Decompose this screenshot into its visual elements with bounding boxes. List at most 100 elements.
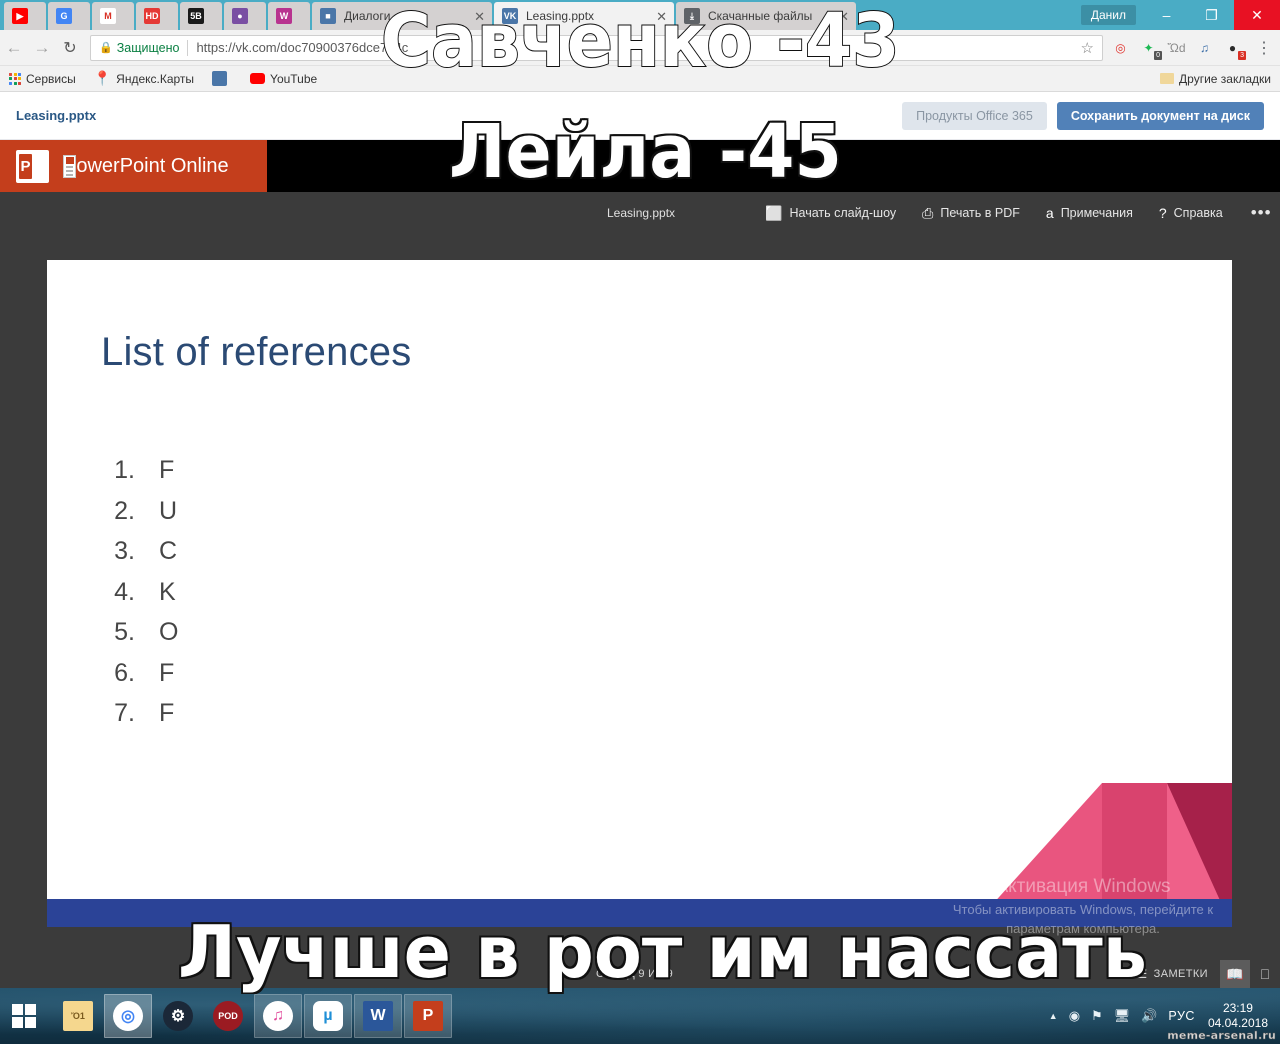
powerpoint-command[interactable]: ? Справка: [1159, 205, 1223, 221]
download-icon: ⤓: [684, 8, 700, 24]
other-bookmarks[interactable]: Другие закладки: [1151, 72, 1280, 86]
gmail-icon: M: [100, 8, 116, 24]
slide-list-item: 3. C: [107, 531, 178, 572]
taskbar-item[interactable]: ⚙: [154, 994, 202, 1038]
reading-view-icon: 📖: [1226, 966, 1243, 983]
browser-tab[interactable]: ▶: [4, 2, 46, 30]
network-tray-icon[interactable]: ⚑: [1091, 1008, 1103, 1024]
powerpoint-logo-letter: P: [19, 154, 32, 179]
printer-icon: ⎙: [922, 205, 933, 222]
taskbar-item[interactable]: ◎: [104, 994, 152, 1038]
slide-list-number: 1.: [107, 450, 135, 491]
forward-icon[interactable]: →: [28, 38, 56, 58]
slide-list-text: O: [159, 612, 178, 653]
presentation-screen-icon: ⬜: [765, 205, 782, 222]
browser-profile-chip[interactable]: Данил: [1081, 5, 1136, 25]
back-icon[interactable]: ←: [0, 38, 28, 58]
chrome-menu-icon[interactable]: ⋮: [1248, 38, 1280, 58]
vk-document-title: Leasing.pptx: [16, 108, 96, 123]
omnibox-divider: [187, 40, 188, 56]
reload-icon[interactable]: ↻: [56, 38, 84, 58]
powerpoint-command-label: Справка: [1174, 206, 1223, 220]
windows-start-button[interactable]: [0, 988, 48, 1044]
browser-tab[interactable]: G: [48, 2, 90, 30]
other-bookmarks-label: Другие закладки: [1179, 72, 1271, 86]
taskbar-items: Ὄ1 ◎ ⚙ POD ♫ µ W P: [54, 994, 452, 1038]
steam-icon: ⚙: [163, 1001, 193, 1031]
slideshow-view-icon: ⎕: [1261, 966, 1269, 983]
extension-badge: 3: [1238, 51, 1246, 60]
slideshow-view-button[interactable]: ⎕: [1250, 960, 1280, 988]
browser-tab-label: Скачанные файлы: [708, 9, 812, 23]
browser-tab[interactable]: ●: [224, 2, 266, 30]
tab-close-icon[interactable]: ✕: [474, 10, 485, 23]
browser-tab[interactable]: ⤓ Скачанные файлы ✕: [676, 2, 856, 30]
powerpoint-command[interactable]: ὞a Примечания: [1046, 205, 1133, 221]
url-text: https://vk.com/doc70900376dce774c: [196, 40, 408, 55]
browser-tab[interactable]: VK Leasing.pptx ✕: [494, 2, 674, 30]
show-hidden-icons[interactable]: ▲: [1049, 1011, 1058, 1021]
wikia-icon: W: [276, 8, 292, 24]
taskbar-item[interactable]: µ: [304, 994, 352, 1038]
browser-tab[interactable]: M: [92, 2, 134, 30]
opera-vpn-icon[interactable]: ◎: [1111, 38, 1130, 57]
shopping-bag-icon[interactable]: Ὤd: [1167, 38, 1186, 57]
steam-tray-icon[interactable]: ◉: [1069, 1008, 1080, 1024]
windows-start-icon: [12, 1004, 37, 1029]
utorrent-icon: µ: [313, 1001, 343, 1031]
tab-close-icon[interactable]: ✕: [838, 10, 849, 23]
vk-messages-icon: ■: [320, 8, 336, 24]
maximize-button[interactable]: ❐: [1189, 0, 1234, 30]
minimize-button[interactable]: –: [1144, 0, 1189, 30]
taskbar-item[interactable]: ♫: [254, 994, 302, 1038]
itunes-icon: ♫: [263, 1001, 293, 1031]
extension-badge: 0: [1154, 51, 1162, 60]
music-downloader-icon[interactable]: ♫: [1195, 38, 1214, 57]
youtube-icon: [250, 73, 265, 84]
taskbar-item[interactable]: POD: [204, 994, 252, 1038]
bookmark-youtube[interactable]: YouTube: [241, 72, 326, 86]
tab-close-icon[interactable]: ✕: [656, 10, 667, 23]
volume-tray-icon[interactable]: 🔊: [1141, 1008, 1157, 1024]
powerpoint-brand-label: PowerPoint Online: [63, 155, 229, 178]
browser-tab-label: Leasing.pptx: [526, 9, 594, 23]
notes-button[interactable]: ☰ ЗАМЕТКИ: [1125, 967, 1221, 981]
slide-list-item: 1. F: [107, 450, 178, 491]
browser-tab[interactable]: ■ Диалоги ✕: [312, 2, 492, 30]
apps-grid-icon: [9, 73, 21, 85]
bookmark-vk-messages[interactable]: [203, 71, 241, 86]
reading-view-button[interactable]: 📖: [1220, 960, 1250, 988]
powerpoint-brand[interactable]: P PowerPoint Online: [0, 140, 267, 192]
taskbar-item[interactable]: W: [354, 994, 402, 1038]
save-document-button[interactable]: Сохранить документ на диск: [1057, 102, 1264, 130]
powerpoint-toolbar: Leasing.pptx ⬜ Начать слайд-шоу ⎙ Печать в …: [0, 192, 1280, 234]
ethernet-tray-icon[interactable]: 🖥: [1114, 1008, 1131, 1024]
powerpoint-command[interactable]: ⎙ Печать в PDF: [922, 205, 1020, 222]
window-controls: Данил – ❐ ✕: [1081, 0, 1280, 30]
office365-products-button[interactable]: Продукты Office 365: [902, 102, 1047, 130]
close-button[interactable]: ✕: [1234, 0, 1280, 30]
powerpoint-file-name: Leasing.pptx: [607, 206, 675, 220]
browser-tab[interactable]: W: [268, 2, 310, 30]
bookmark-services[interactable]: Сервисы: [0, 72, 85, 86]
clock[interactable]: 23:19 04.04.2018: [1206, 1001, 1268, 1031]
taskbar-item[interactable]: Ὄ1: [54, 994, 102, 1038]
slide-list-text: F: [159, 693, 174, 734]
avatar-extension-icon[interactable]: ● 3: [1223, 38, 1242, 57]
powerpoint-command-label: Печать в PDF: [940, 206, 1020, 220]
slide-list-number: 6.: [107, 653, 135, 694]
bookmark-star-icon[interactable]: ☆: [1081, 39, 1094, 57]
address-bar[interactable]: 🔒 Защищено https://vk.com/doc70900376dce…: [90, 35, 1103, 61]
browser-tab[interactable]: HD: [136, 2, 178, 30]
slide-canvas[interactable]: List of references 1. F 2. U 3. C 4. K 5. O 6. F 7. F: [47, 260, 1232, 927]
slide-list-item: 5. O: [107, 612, 178, 653]
bookmark-yandex-maps[interactable]: 📍 Яндекс.Карты: [85, 70, 203, 87]
powerpoint-command[interactable]: ⬜ Начать слайд-шоу: [765, 205, 896, 222]
powerpoint-more-icon[interactable]: •••: [1251, 203, 1272, 223]
language-indicator[interactable]: РУС: [1168, 1009, 1195, 1023]
browser-tab[interactable]: 5B: [180, 2, 222, 30]
taskbar-item[interactable]: P: [404, 994, 452, 1038]
powerpoint-brand-row: P PowerPoint Online: [0, 140, 1280, 192]
folder-icon: [1160, 73, 1174, 84]
adguard-icon[interactable]: ✦ 0: [1139, 38, 1158, 57]
